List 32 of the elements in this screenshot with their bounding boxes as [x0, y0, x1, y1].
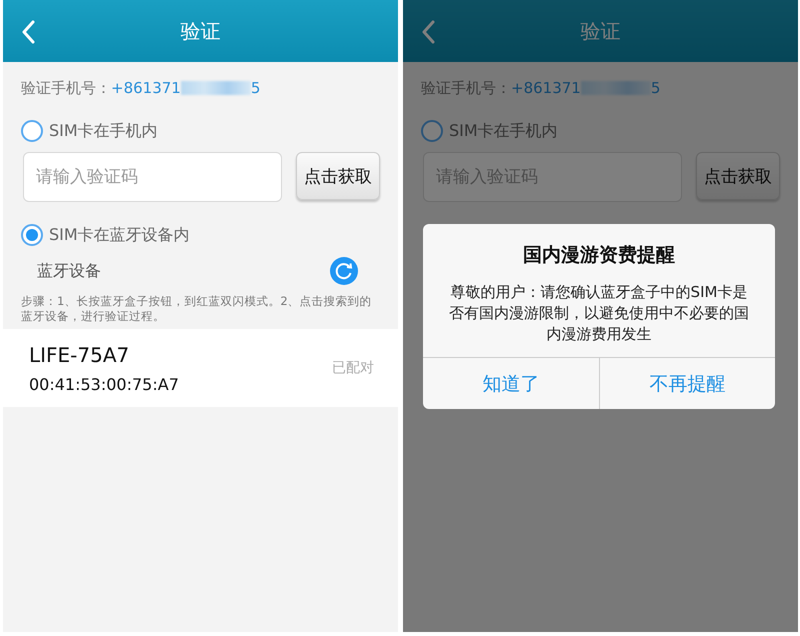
- phone-label: 验证手机号：: [421, 78, 511, 98]
- radio-button[interactable]: [21, 224, 43, 246]
- get-code-button[interactable]: 点击获取: [296, 152, 380, 200]
- code-input-field[interactable]: 请输入验证码: [23, 152, 282, 202]
- dialog-button[interactable]: 知道了: [423, 358, 598, 409]
- redaction-blur: [580, 81, 651, 95]
- device-address: 00:41:53:00:75:A7: [29, 374, 179, 394]
- dialog-message: 尊敬的用户：请您确认蓝牙盒子中的SIM卡是否有国内漫游限制，以避免使用中不必要的国内漫游费用发生: [449, 282, 749, 345]
- device-list-item[interactable]: LIFE-75A7 00:41:53:00:75:A7 已配对: [3, 329, 398, 407]
- screen-title: 验证: [580, 18, 620, 44]
- option-label: SIM卡在蓝牙设备内: [49, 224, 190, 246]
- phone-label: 验证手机号：: [21, 78, 111, 98]
- redaction-blur: [180, 81, 251, 95]
- screen-title: 验证: [180, 18, 220, 44]
- back-icon[interactable]: [21, 20, 35, 44]
- device-name: LIFE-75A7: [29, 342, 130, 366]
- radio-button[interactable]: [21, 120, 43, 142]
- option-label: SIM卡在手机内: [49, 120, 158, 142]
- section-label: 蓝牙设备: [37, 260, 101, 282]
- instructions-text: 步骤：1、长按蓝牙盒子按钮，到红蓝双闪模式。2、点击搜索到的蓝牙设备，进行验证过程。: [21, 294, 373, 324]
- pairing-status: 已配对: [332, 359, 374, 377]
- phone-number-end: 5: [650, 79, 660, 97]
- dialog-button[interactable]: 不再提醒: [598, 358, 775, 409]
- phone-number: +861371: [511, 79, 581, 97]
- dialog-title: 国内漫游资费提醒: [523, 243, 675, 268]
- phone-number: +861371: [111, 79, 181, 97]
- get-code-button[interactable]: 点击获取: [696, 152, 780, 200]
- phone-number-end: 5: [250, 79, 260, 97]
- radio-button[interactable]: [421, 120, 443, 142]
- refresh-icon[interactable]: [330, 257, 358, 285]
- option-label: SIM卡在手机内: [449, 120, 558, 142]
- back-icon[interactable]: [421, 20, 435, 44]
